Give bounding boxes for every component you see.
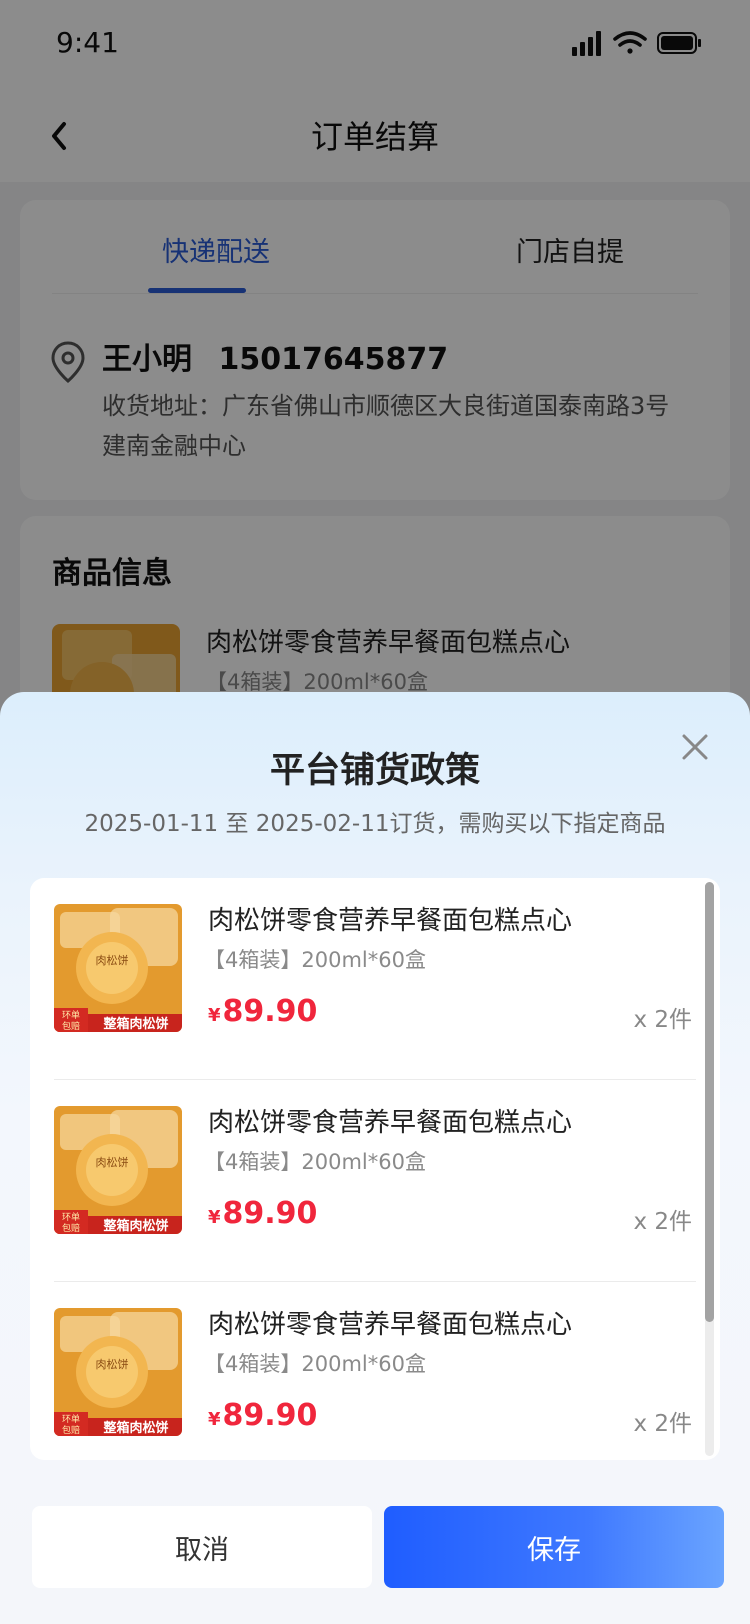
product-spec: 【4箱装】200ml*60盒	[204, 1150, 426, 1174]
currency-symbol: ¥	[208, 1005, 221, 1026]
product-image: 肉松饼 环单 包赔 整箱肉松饼	[54, 1106, 182, 1234]
modal-title: 平台铺货政策	[269, 751, 480, 791]
scrollbar-thumb[interactable]	[705, 882, 714, 1322]
price-value: 89.90	[222, 1398, 318, 1433]
product-image: 肉松饼 环单 包赔 整箱肉松饼	[54, 904, 182, 1032]
product-quantity: x 2件	[633, 1209, 692, 1235]
product-name: 肉松饼零食营养早餐面包糕点心	[208, 906, 573, 936]
svg-text:环单: 环单	[62, 1211, 80, 1223]
svg-text:肉松饼: 肉松饼	[96, 953, 129, 967]
product-spec: 【4箱装】200ml*60盒	[204, 948, 426, 972]
modal-subtitle: 2025-01-11 至 2025-02-11订货，需购买以下指定商品	[84, 811, 666, 837]
cancel-button[interactable]: 取消	[32, 1506, 372, 1588]
product-price: ¥89.90	[208, 1398, 317, 1433]
currency-symbol: ¥	[208, 1409, 221, 1430]
svg-text:环单: 环单	[62, 1009, 80, 1021]
product-spec: 【4箱装】200ml*60盒	[204, 1352, 426, 1376]
svg-text:整箱肉松饼: 整箱肉松饼	[102, 1420, 168, 1436]
product-quantity: x 2件	[633, 1411, 692, 1437]
price-value: 89.90	[222, 1196, 318, 1231]
product-price: ¥89.90	[208, 994, 317, 1029]
product-price: ¥89.90	[208, 1196, 317, 1231]
product-list[interactable]: 肉松饼 环单 包赔 整箱肉松饼 肉松饼零食营养早餐面包糕点心 【4箱装】200m…	[30, 878, 720, 1460]
currency-symbol: ¥	[208, 1207, 221, 1228]
svg-text:包赔: 包赔	[62, 1424, 80, 1436]
price-value: 89.90	[222, 994, 318, 1029]
svg-text:整箱肉松饼: 整箱肉松饼	[102, 1016, 168, 1032]
product-row[interactable]: 肉松饼 环单 包赔 整箱肉松饼 肉松饼零食营养早餐面包糕点心 【4箱装】200m…	[54, 1080, 696, 1282]
svg-text:环单: 环单	[62, 1413, 80, 1425]
close-icon[interactable]	[680, 732, 710, 762]
svg-text:肉松饼: 肉松饼	[96, 1155, 129, 1169]
svg-text:整箱肉松饼: 整箱肉松饼	[102, 1218, 168, 1234]
svg-text:包赔: 包赔	[62, 1020, 80, 1032]
product-image: 肉松饼 环单 包赔 整箱肉松饼	[54, 1308, 182, 1436]
svg-text:肉松饼: 肉松饼	[96, 1357, 129, 1371]
svg-text:包赔: 包赔	[62, 1222, 80, 1234]
product-name: 肉松饼零食营养早餐面包糕点心	[208, 1108, 573, 1138]
save-button[interactable]: 保存	[384, 1506, 724, 1588]
product-row[interactable]: 肉松饼 环单 包赔 整箱肉松饼 肉松饼零食营养早餐面包糕点心 【4箱装】200m…	[54, 878, 696, 1080]
policy-modal: 平台铺货政策 2025-01-11 至 2025-02-11订货，需购买以下指定…	[0, 692, 750, 1624]
product-row[interactable]: 肉松饼 环单 包赔 整箱肉松饼 肉松饼零食营养早餐面包糕点心 【4箱装】200m…	[54, 1282, 696, 1460]
product-name: 肉松饼零食营养早餐面包糕点心	[208, 1310, 573, 1340]
product-quantity: x 2件	[633, 1007, 692, 1033]
